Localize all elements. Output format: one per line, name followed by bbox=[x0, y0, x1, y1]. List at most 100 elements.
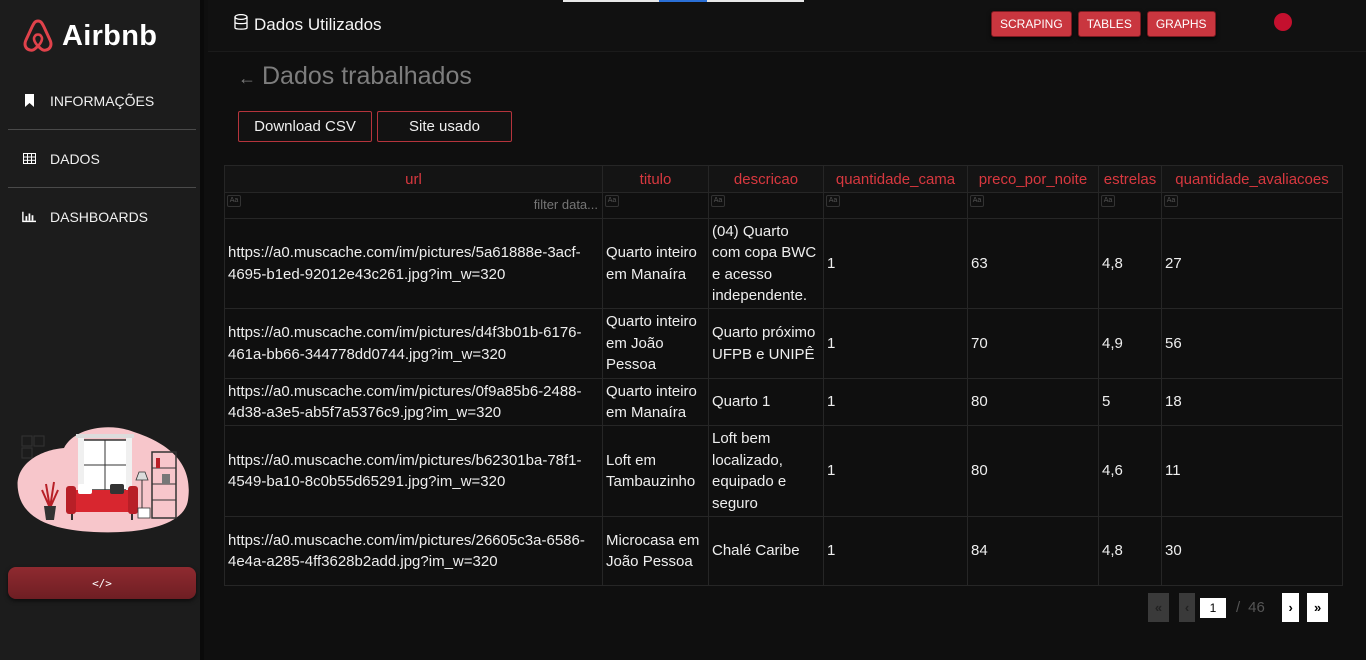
cell-quantidade-cama: 1 bbox=[823, 218, 968, 309]
column-header-titulo[interactable]: titulo bbox=[602, 165, 709, 193]
cell-estrelas: 4,9 bbox=[1098, 308, 1162, 379]
case-sensitive-icon[interactable]: Aa bbox=[826, 195, 840, 207]
cell-descricao: Quarto 1 bbox=[708, 378, 824, 426]
filter-cell: Aa bbox=[224, 192, 603, 219]
sidebar-item-dados[interactable]: DADOS bbox=[8, 130, 196, 188]
case-sensitive-icon[interactable]: Aa bbox=[227, 195, 241, 207]
cell-titulo: Microcasa em João Pessoa bbox=[602, 516, 709, 586]
cell-quantidade-avaliacoes: 30 bbox=[1161, 516, 1343, 586]
site-button[interactable]: Site usado bbox=[377, 111, 512, 142]
case-sensitive-icon[interactable]: Aa bbox=[970, 195, 984, 207]
case-sensitive-icon[interactable]: Aa bbox=[711, 195, 725, 207]
cell-estrelas: 4,8 bbox=[1098, 516, 1162, 586]
filter-row: Aa Aa Aa Aa Aa Aa Aa bbox=[224, 192, 1343, 219]
cell-quantidade-avaliacoes: 27 bbox=[1161, 218, 1343, 309]
bar-chart-icon bbox=[22, 210, 36, 224]
table-row[interactable]: https://a0.muscache.com/im/pictures/0f9a… bbox=[224, 378, 1343, 426]
filter-cell: Aa bbox=[967, 192, 1099, 219]
cell-preco-por-noite: 70 bbox=[967, 308, 1099, 379]
brand[interactable]: Airbnb bbox=[22, 18, 157, 54]
cell-url: https://a0.muscache.com/im/pictures/2660… bbox=[224, 516, 603, 586]
filter-cell: Aa bbox=[1161, 192, 1343, 219]
cell-preco-por-noite: 80 bbox=[967, 378, 1099, 426]
column-header-quantidade-avaliacoes[interactable]: quantidade_avaliacoes bbox=[1161, 165, 1343, 193]
cell-url: https://a0.muscache.com/im/pictures/5a61… bbox=[224, 218, 603, 309]
code-icon: </> bbox=[92, 576, 112, 590]
bookmark-icon bbox=[22, 94, 36, 108]
column-header-preco-por-noite[interactable]: preco_por_noite bbox=[967, 165, 1099, 193]
living-room-illustration bbox=[17, 427, 189, 533]
filter-cell: Aa bbox=[602, 192, 709, 219]
cell-url: https://a0.muscache.com/im/pictures/d4f3… bbox=[224, 308, 603, 379]
cell-descricao: Chalé Caribe bbox=[708, 516, 824, 586]
cell-quantidade-avaliacoes: 18 bbox=[1161, 378, 1343, 426]
sidebar-item-label: INFORMAÇÕES bbox=[50, 92, 155, 109]
table-row[interactable]: https://a0.muscache.com/im/pictures/b623… bbox=[224, 425, 1343, 517]
cell-url: https://a0.muscache.com/im/pictures/0f9a… bbox=[224, 378, 603, 426]
source-code-button[interactable]: </> bbox=[8, 567, 196, 599]
filter-cell: Aa bbox=[823, 192, 968, 219]
top-header: Dados Utilizados SCRAPING TABLES GRAPHS bbox=[208, 0, 1366, 52]
page-title-text: Dados trabalhados bbox=[262, 62, 472, 90]
cell-descricao: Quarto próximo UFPB e UNIPÊ bbox=[708, 308, 824, 379]
cell-quantidade-cama: 1 bbox=[823, 516, 968, 586]
sidebar-nav: INFORMAÇÕES DADOS DASHBOARDS bbox=[8, 72, 196, 246]
column-header-descricao[interactable]: descricao bbox=[708, 165, 824, 193]
graphs-button[interactable]: GRAPHS bbox=[1146, 11, 1216, 37]
column-header-quantidade-cama[interactable]: quantidade_cama bbox=[823, 165, 968, 193]
case-sensitive-icon[interactable]: Aa bbox=[605, 195, 619, 207]
case-sensitive-icon[interactable]: Aa bbox=[1164, 195, 1178, 207]
filter-cell: Aa bbox=[1098, 192, 1162, 219]
sidebar: Airbnb INFORMAÇÕES DADOS DASHBOARDS </> bbox=[0, 0, 204, 660]
cell-quantidade-cama: 1 bbox=[823, 425, 968, 517]
header-title: Dados Utilizados bbox=[234, 13, 382, 36]
case-sensitive-icon[interactable]: Aa bbox=[1101, 195, 1115, 207]
loading-indicator bbox=[563, 0, 804, 2]
table-row[interactable]: https://a0.muscache.com/im/pictures/5a61… bbox=[224, 218, 1343, 309]
pagination: « ‹ / 46 › » bbox=[1148, 593, 1329, 622]
table-row[interactable]: https://a0.muscache.com/im/pictures/2660… bbox=[224, 516, 1343, 586]
sidebar-item-dashboards[interactable]: DASHBOARDS bbox=[8, 188, 196, 246]
cell-estrelas: 4,8 bbox=[1098, 218, 1162, 309]
page-total: 46 bbox=[1248, 599, 1265, 616]
data-table: url titulo descricao quantidade_cama pre… bbox=[224, 165, 1343, 586]
scraping-button[interactable]: SCRAPING bbox=[991, 11, 1072, 37]
cell-titulo: Loft em Tambauzinho bbox=[602, 425, 709, 517]
action-bar: Download CSV Site usado bbox=[238, 111, 512, 142]
database-icon bbox=[234, 13, 248, 36]
header-title-text: Dados Utilizados bbox=[254, 15, 382, 34]
column-header-url[interactable]: url bbox=[224, 165, 603, 193]
filter-input[interactable] bbox=[398, 197, 598, 212]
cell-quantidade-cama: 1 bbox=[823, 378, 968, 426]
prev-page-button[interactable]: ‹ bbox=[1179, 593, 1195, 622]
data-table-container: url titulo descricao quantidade_cama pre… bbox=[224, 165, 1343, 586]
airbnb-logo-icon bbox=[23, 19, 53, 52]
download-csv-button[interactable]: Download CSV bbox=[238, 111, 372, 142]
brand-name: Airbnb bbox=[62, 19, 158, 52]
cell-url: https://a0.muscache.com/im/pictures/b623… bbox=[224, 425, 603, 517]
sidebar-item-label: DADOS bbox=[50, 150, 100, 167]
cell-preco-por-noite: 80 bbox=[967, 425, 1099, 517]
first-page-button[interactable]: « bbox=[1148, 593, 1169, 622]
cell-descricao: Loft bem localizado, equipado e seguro bbox=[708, 425, 824, 517]
cell-titulo: Quarto inteiro em João Pessoa bbox=[602, 308, 709, 379]
sidebar-item-informacoes[interactable]: INFORMAÇÕES bbox=[8, 72, 196, 130]
cell-preco-por-noite: 63 bbox=[967, 218, 1099, 309]
header-nav: SCRAPING TABLES GRAPHS bbox=[991, 11, 1216, 37]
cell-estrelas: 5 bbox=[1098, 378, 1162, 426]
table-row[interactable]: https://a0.muscache.com/im/pictures/d4f3… bbox=[224, 308, 1343, 379]
page-title: ← Dados trabalhados bbox=[238, 62, 472, 91]
tables-button[interactable]: TABLES bbox=[1077, 11, 1141, 37]
column-header-estrelas[interactable]: estrelas bbox=[1098, 165, 1162, 193]
back-arrow-icon[interactable]: ← bbox=[238, 68, 256, 89]
page-number-input[interactable] bbox=[1200, 597, 1226, 618]
last-page-button[interactable]: » bbox=[1307, 593, 1329, 622]
cell-titulo: Quarto inteiro em Manaíra bbox=[602, 218, 709, 309]
table-icon bbox=[22, 152, 36, 166]
next-page-button[interactable]: › bbox=[1282, 593, 1300, 622]
table-header-row: url titulo descricao quantidade_cama pre… bbox=[224, 165, 1343, 193]
status-indicator bbox=[1274, 13, 1292, 31]
sidebar-item-label: DASHBOARDS bbox=[50, 209, 149, 225]
page-separator: / bbox=[1236, 599, 1241, 616]
cell-descricao: (04) Quarto com copa BWC e acesso indepe… bbox=[708, 218, 824, 309]
